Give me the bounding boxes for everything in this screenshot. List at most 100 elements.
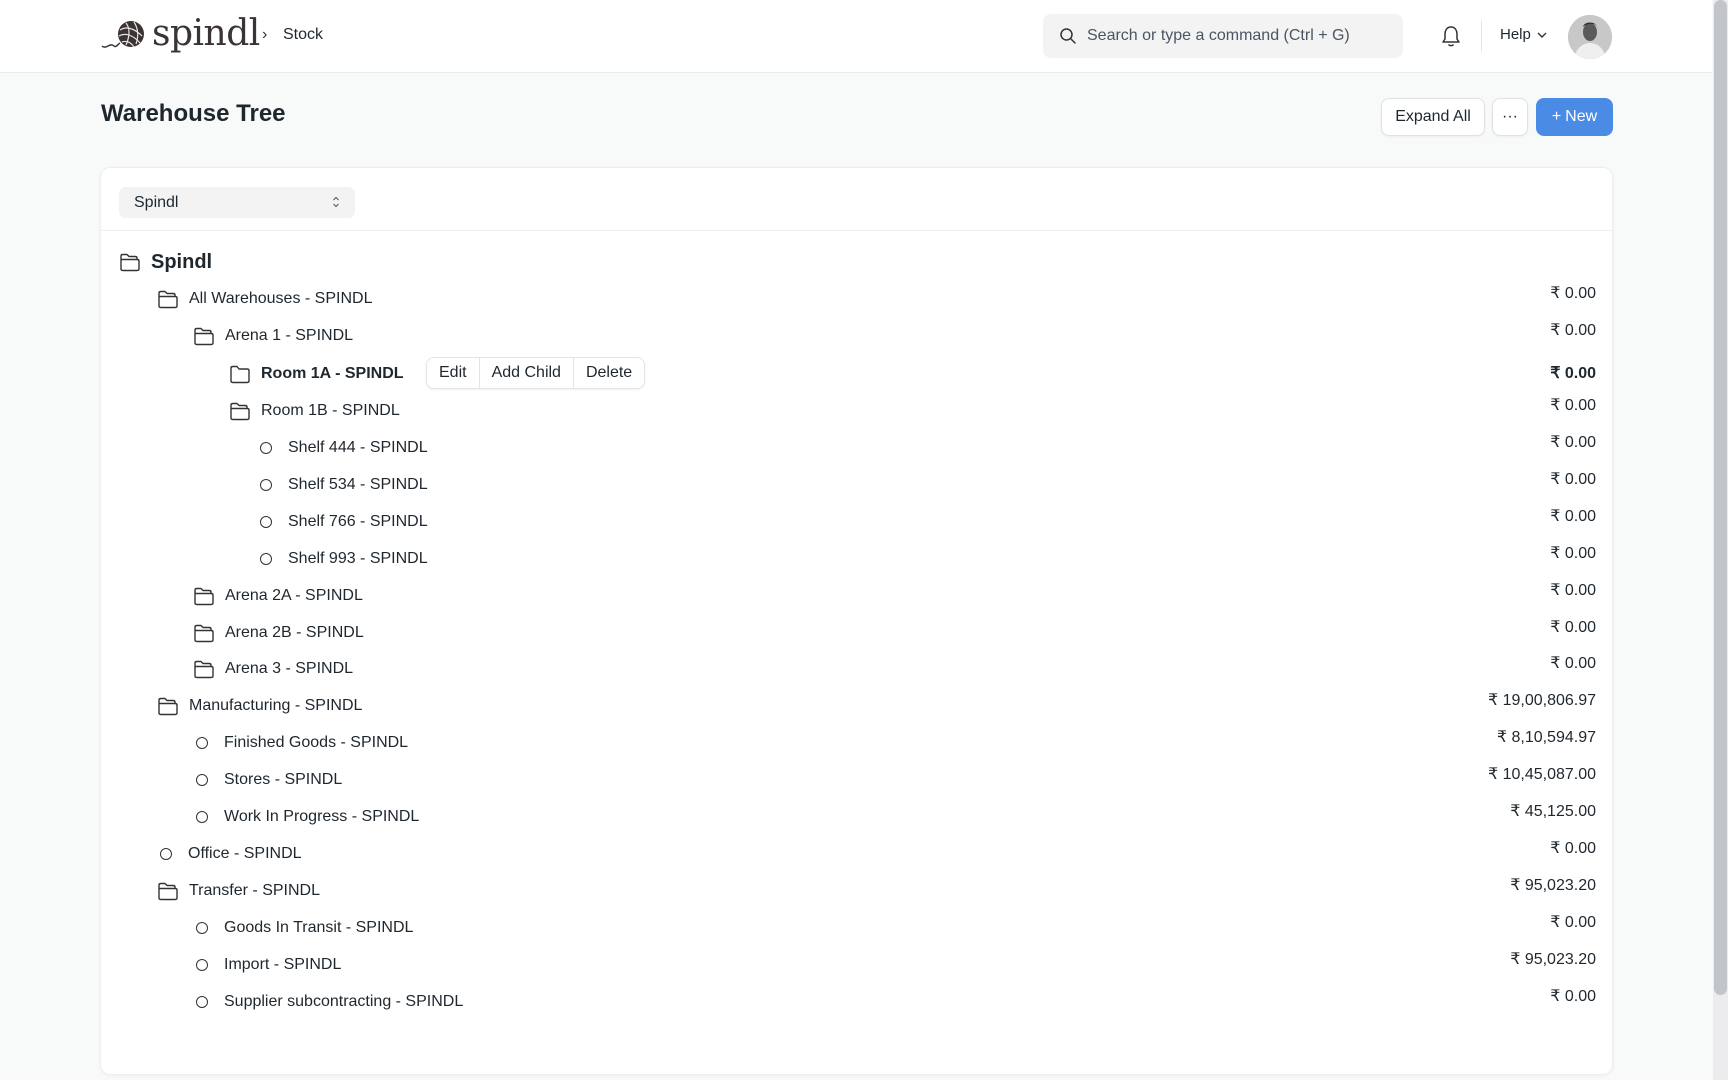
leaf-node-icon — [196, 737, 208, 749]
select-arrows-icon — [333, 196, 339, 208]
delete-node-button[interactable]: Delete — [574, 358, 644, 388]
folder-open-icon — [158, 882, 178, 901]
tree-node[interactable]: Arena 2B - SPINDL — [193, 618, 364, 648]
company-select[interactable]: Spindl — [119, 187, 355, 218]
tree-node-label: Arena 2A - SPINDL — [225, 587, 363, 604]
tree-row[interactable]: Arena 2B - SPINDL ₹ 0.00 — [101, 618, 1612, 648]
navbar-divider — [1481, 20, 1482, 52]
add-child-button[interactable]: Add Child — [480, 358, 574, 388]
tree-node[interactable]: Arena 2A - SPINDL — [193, 581, 363, 611]
tree-node-label: Finished Goods - SPINDL — [224, 734, 409, 751]
tree-row[interactable]: Goods In Transit - SPINDL ₹ 0.00 — [101, 913, 1612, 943]
node-action-group: Edit Add Child Delete — [426, 357, 646, 389]
tree-node[interactable]: Shelf 534 - SPINDL — [255, 470, 428, 500]
filter-bar: Spindl — [101, 168, 1612, 231]
tree-node-label: Shelf 444 - SPINDL — [288, 439, 428, 456]
folder-open-icon — [194, 327, 214, 346]
tree-node-balance: ₹ 0.00 — [1550, 619, 1596, 636]
logo-text: spindl — [152, 13, 260, 54]
tree-row[interactable]: Shelf 534 - SPINDL ₹ 0.00 — [101, 470, 1612, 500]
tree-node[interactable]: Room 1B - SPINDL — [229, 396, 400, 426]
tree-node[interactable]: All Warehouses - SPINDL — [157, 284, 372, 314]
tree-node[interactable]: Shelf 444 - SPINDL — [255, 433, 428, 463]
tree-node[interactable]: Transfer - SPINDL — [157, 876, 320, 906]
bell-icon[interactable] — [1440, 24, 1462, 48]
search-input[interactable]: Search or type a command (Ctrl + G) — [1043, 14, 1403, 58]
tree-node[interactable]: Import - SPINDL — [191, 950, 341, 980]
breadcrumb-stock[interactable]: Stock — [283, 26, 323, 44]
edit-node-button[interactable]: Edit — [427, 358, 480, 388]
tree-node-label: Supplier subcontracting - SPINDL — [224, 993, 464, 1010]
tree-row[interactable]: Manufacturing - SPINDL ₹ 19,00,806.97 — [101, 691, 1612, 721]
tree-node[interactable]: Work In Progress - SPINDL — [191, 802, 419, 832]
tree-node-balance: ₹ 95,023.20 — [1510, 877, 1596, 894]
tree-node[interactable]: Office - SPINDL — [155, 839, 302, 869]
folder-open-icon — [120, 253, 140, 272]
tree-node-label: Stores - SPINDL — [224, 771, 343, 788]
leaf-node-icon — [260, 553, 272, 565]
tree-node[interactable]: Spindl — [119, 247, 212, 277]
tree-node-label: Room 1B - SPINDL — [261, 402, 400, 419]
tree-row[interactable]: Arena 2A - SPINDL ₹ 0.00 — [101, 581, 1612, 611]
tree-row[interactable]: Shelf 444 - SPINDL ₹ 0.00 — [101, 433, 1612, 463]
tree-row[interactable]: Finished Goods - SPINDL ₹ 8,10,594.97 — [101, 728, 1612, 758]
tree-row[interactable]: Transfer - SPINDL ₹ 95,023.20 — [101, 876, 1612, 906]
leaf-node-icon — [196, 922, 208, 934]
tree-node[interactable]: Shelf 766 - SPINDL — [255, 507, 428, 537]
tree-node[interactable]: Arena 3 - SPINDL — [193, 654, 353, 684]
tree-node-label: Transfer - SPINDL — [189, 882, 320, 899]
more-actions-button[interactable]: ··· — [1492, 98, 1528, 136]
tree-node-balance: ₹ 0.00 — [1550, 322, 1596, 339]
tree-node[interactable]: Arena 1 - SPINDL — [193, 321, 353, 351]
tree-node-balance: ₹ 0.00 — [1550, 397, 1596, 414]
tree-row[interactable]: Room 1B - SPINDL ₹ 0.00 — [101, 396, 1612, 426]
tree-node[interactable]: Room 1A - SPINDL — [229, 359, 404, 389]
tree-row[interactable]: Shelf 993 - SPINDL ₹ 0.00 — [101, 544, 1612, 574]
page-scrollbar-thumb[interactable] — [1714, 0, 1727, 995]
search-icon — [1060, 28, 1076, 44]
tree-node[interactable]: Manufacturing - SPINDL — [157, 691, 362, 721]
plus-icon: + — [1551, 108, 1562, 125]
tree-node[interactable]: Finished Goods - SPINDL — [191, 728, 408, 758]
tree-node-label: Manufacturing - SPINDL — [189, 697, 363, 714]
tree-row[interactable]: Shelf 766 - SPINDL ₹ 0.00 — [101, 507, 1612, 537]
tree-node-balance: ₹ 45,125.00 — [1510, 803, 1596, 820]
tree-row[interactable]: Work In Progress - SPINDL ₹ 45,125.00 — [101, 802, 1612, 832]
company-select-value: Spindl — [134, 193, 179, 211]
tree-row[interactable]: Room 1A - SPINDL Edit Add Child Delete ₹ 0.0… — [101, 357, 1612, 389]
tree-row[interactable]: Arena 1 - SPINDL ₹ 0.00 — [101, 321, 1612, 351]
tree-node-label: Arena 3 - SPINDL — [225, 660, 354, 677]
tree-root[interactable]: Spindl — [101, 247, 1612, 277]
tree-row[interactable]: Office - SPINDL ₹ 0.00 — [101, 839, 1612, 869]
app-logo[interactable]: spindl — [100, 12, 260, 56]
navbar: spindl › Stock Search or type a command … — [0, 0, 1712, 73]
expand-all-button[interactable]: Expand All — [1381, 98, 1485, 136]
tree-node-balance: ₹ 0.00 — [1550, 655, 1596, 672]
tree-node-label: Shelf 766 - SPINDL — [288, 513, 428, 530]
tree-row[interactable]: Supplier subcontracting - SPINDL ₹ 0.00 — [101, 987, 1612, 1017]
leaf-node-icon — [196, 811, 208, 823]
help-label: Help — [1500, 26, 1531, 43]
warehouse-tree-card: Spindl Spindl All Warehouses - SPINDL ₹ 0… — [100, 167, 1613, 1075]
tree-node[interactable]: Supplier subcontracting - SPINDL — [191, 987, 463, 1017]
tree-row[interactable]: All Warehouses - SPINDL ₹ 0.00 — [101, 284, 1612, 314]
user-avatar[interactable] — [1568, 15, 1612, 59]
tree-node-balance: ₹ 0.00 — [1550, 471, 1596, 488]
breadcrumb-separator: › — [262, 26, 268, 43]
avatar-image — [1568, 15, 1612, 59]
tree-node[interactable]: Goods In Transit - SPINDL — [191, 913, 413, 943]
leaf-node-icon — [260, 479, 272, 491]
tree-node[interactable]: Shelf 993 - SPINDL — [255, 544, 428, 574]
new-button[interactable]: + New — [1536, 98, 1613, 136]
tree-node-balance: ₹ 95,023.20 — [1510, 951, 1596, 968]
tree-node[interactable]: Stores - SPINDL — [191, 765, 342, 795]
help-dropdown[interactable]: Help — [1500, 26, 1547, 43]
tree-node-balance: ₹ 0.00 — [1550, 840, 1596, 857]
tree-root-label: Spindl — [151, 250, 213, 273]
tree-row[interactable]: Stores - SPINDL ₹ 10,45,087.00 — [101, 765, 1612, 795]
tree-row[interactable]: Arena 3 - SPINDL ₹ 0.00 — [101, 654, 1612, 684]
tree-row[interactable]: Import - SPINDL ₹ 95,023.20 — [101, 950, 1612, 980]
tree-node-label: Work In Progress - SPINDL — [224, 808, 420, 825]
tree-node-balance: ₹ 0.00 — [1550, 988, 1596, 1005]
leaf-node-icon — [260, 516, 272, 528]
